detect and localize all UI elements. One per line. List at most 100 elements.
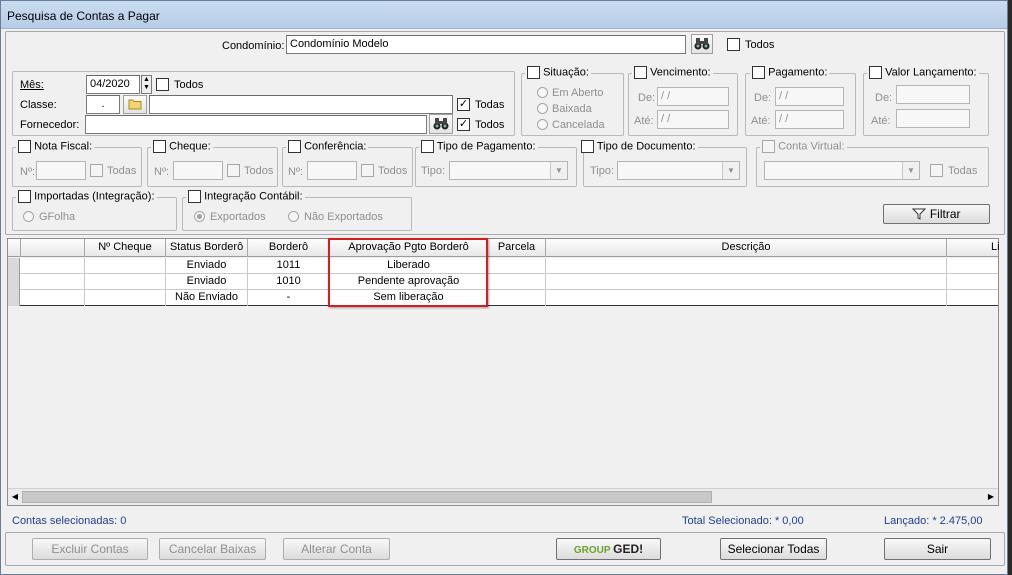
condominio-search-button[interactable] [691,34,713,54]
contas-grid[interactable]: Nº Cheque Status Borderô Borderô Aprovaç… [7,238,999,506]
conferencia-no-input[interactable] [307,161,357,180]
exportados-radio[interactable] [194,211,205,222]
conferencia-todos-checkbox[interactable] [361,164,374,177]
situacao-aberto-radio[interactable] [537,87,548,98]
table-row[interactable]: Não Enviado - Sem liberação [8,290,998,306]
header-descricao[interactable]: Descrição [546,239,947,257]
classe-code-input[interactable]: . [86,95,120,114]
tipo-documento-select[interactable]: ▼ [617,161,740,180]
pagamento-checkbox[interactable] [752,66,765,79]
tipo-pagamento-checkbox[interactable] [421,140,434,153]
filtrar-button[interactable]: Filtrar [883,204,990,224]
integracao-title: Integração Contábil: [186,190,305,203]
fornecedor-todos-checkbox[interactable]: ✓ [457,118,470,131]
vencimento-de-label: De: [638,92,656,104]
condominio-input[interactable]: Condomínio Modelo [286,35,686,54]
pagamento-de-input[interactable]: / / [775,87,844,106]
gfolha-label: GFolha [39,211,76,223]
group-ged-button[interactable]: GROUP GED! [556,538,661,560]
conta-virtual-title: Conta Virtual: [760,140,847,153]
cancelar-baixas-button[interactable]: Cancelar Baixas [159,538,266,560]
valor-ate-input[interactable] [896,109,970,128]
header-bordero[interactable]: Borderô [248,239,330,257]
cell-descricao [546,258,947,274]
header-status-bordero[interactable]: Status Borderô [166,239,248,257]
mes-spinner[interactable]: ▲ ▼ [141,75,152,94]
total-selecionado: Total Selecionado: * 0,00 [682,515,804,527]
tipo-pagamento-select[interactable]: ▼ [449,161,568,180]
fornecedor-search-button[interactable] [429,114,453,134]
situacao-baixada-label: Baixada [552,103,592,115]
mes-todos-checkbox[interactable] [156,78,169,91]
pagamento-ate-input[interactable]: / / [775,110,844,129]
conferencia-title: Conferência: [286,140,369,153]
valor-de-input[interactable] [896,85,970,104]
gfolha-radio[interactable] [23,211,34,222]
cheque-no-label: Nº: [154,166,170,178]
integracao-title-text: Integração Contábil: [204,190,303,203]
conta-virtual-select[interactable]: ▼ [764,161,920,180]
conferencia-checkbox[interactable] [288,140,301,153]
conta-virtual-checkbox[interactable] [762,140,775,153]
scroll-thumb[interactable] [22,491,712,503]
mes-label: Mês: [20,79,44,91]
table-row[interactable]: Enviado 1011 Liberado [8,258,998,274]
nota-todas-checkbox[interactable] [90,164,103,177]
cheque-todos-label: Todos [244,165,274,177]
fornecedor-todos-label: Todos [475,119,505,131]
header-li[interactable]: Li [947,239,999,257]
horizontal-scrollbar[interactable]: ◀ ▶ [8,488,998,505]
integracao-checkbox[interactable] [188,190,201,203]
header-parcela[interactable]: Parcela [488,239,546,257]
situacao-baixada-radio[interactable] [537,103,548,114]
classe-label: Classe: [20,99,57,111]
classe-folder-button[interactable] [123,95,147,114]
scroll-left-arrow[interactable]: ◀ [8,489,22,505]
condominio-label: Condomínio: [222,40,285,52]
importadas-title-text: Importadas (Integração): [34,190,155,203]
nota-title-text: Nota Fiscal: [34,140,93,153]
filtrar-label: Filtrar [929,207,961,221]
conta-virtual-todas-checkbox[interactable] [930,164,943,177]
classe-todas-checkbox[interactable]: ✓ [457,98,470,111]
importadas-checkbox[interactable] [18,190,31,203]
valor-de-label: De: [875,92,893,104]
table-row[interactable]: Enviado 1010 Pendente aprovação [8,274,998,290]
excluir-contas-button[interactable]: Excluir Contas [32,538,148,560]
cell-blank [21,258,85,274]
tipo-documento-tipo-label: Tipo: [590,165,615,177]
nao-exportados-radio[interactable] [288,211,299,222]
valor-title-text: Valor Lançamento: [885,66,977,79]
desktop-edge [1008,0,1012,575]
cheque-checkbox[interactable] [153,140,166,153]
vencimento-de-input[interactable]: / / [657,87,729,106]
cheque-todos-checkbox[interactable] [227,164,240,177]
sair-button[interactable]: Sair [884,538,991,560]
header-blank[interactable] [21,239,85,257]
folder-icon [128,99,142,110]
cell-bordero: 1010 [248,274,330,290]
tipo-documento-checkbox[interactable] [581,140,594,153]
mes-todos-label: Todos [174,79,204,91]
vencimento-ate-input[interactable]: / / [657,110,729,129]
header-no-cheque[interactable]: Nº Cheque [85,239,166,257]
nota-checkbox[interactable] [18,140,31,153]
valor-checkbox[interactable] [869,66,882,79]
cheque-no-input[interactable] [173,161,223,180]
condominio-todos-checkbox[interactable] [727,38,740,51]
mes-input[interactable]: 04/2020 [86,75,140,94]
classe-desc-input[interactable] [149,95,453,114]
ged-group-text: GROUP [573,545,611,556]
alterar-conta-button[interactable]: Alterar Conta [283,538,390,560]
situacao-checkbox[interactable] [527,66,540,79]
vencimento-checkbox[interactable] [634,66,647,79]
window-title: Pesquisa de Contas a Pagar [7,9,160,23]
row-indicator [8,290,20,306]
situacao-cancelada-radio[interactable] [537,119,548,130]
conferencia-todos-label: Todos [378,165,408,177]
fornecedor-input[interactable] [85,115,427,134]
binoculars-icon [694,38,710,50]
selecionar-todas-button[interactable]: Selecionar Todas [720,538,827,560]
nota-no-input[interactable] [36,161,86,180]
scroll-right-arrow[interactable]: ▶ [984,489,998,505]
